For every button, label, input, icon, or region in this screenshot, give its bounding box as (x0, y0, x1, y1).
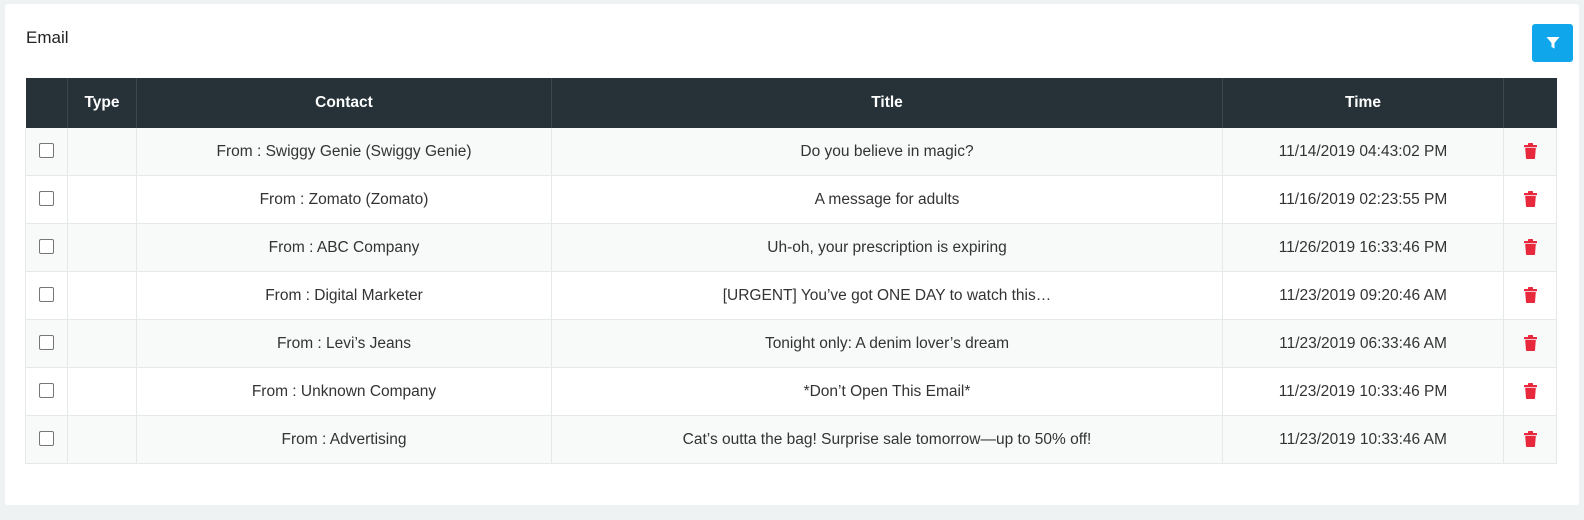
title-cell: Cat’s outta the bag! Surprise sale tomor… (551, 415, 1223, 464)
trash-icon[interactable] (1523, 191, 1537, 208)
type-cell (67, 367, 137, 416)
row-select-cell (25, 271, 68, 320)
column-header-contact[interactable]: Contact (136, 78, 552, 128)
title-cell: Uh-oh, your prescription is expiring (551, 223, 1223, 272)
row-checkbox[interactable] (39, 383, 54, 399)
time-cell: 11/23/2019 10:33:46 PM (1222, 367, 1504, 416)
row-checkbox[interactable] (39, 143, 54, 159)
action-cell (1503, 415, 1557, 464)
title-cell: Do you believe in magic? (551, 128, 1223, 176)
time-cell: 11/16/2019 02:23:55 PM (1222, 175, 1504, 224)
row-select-cell (25, 415, 68, 464)
trash-icon[interactable] (1523, 431, 1537, 448)
trash-icon[interactable] (1523, 239, 1537, 256)
action-cell (1503, 128, 1557, 176)
title-cell: Tonight only: A denim lover’s dream (551, 319, 1223, 368)
column-header-title[interactable]: Title (551, 78, 1223, 128)
table-header-row: Type Contact Title Time (25, 78, 1557, 128)
row-select-cell (25, 128, 68, 176)
table-row[interactable]: From : Zomato (Zomato) A message for adul… (25, 175, 1557, 224)
email-table: Type Contact Title Time From : Swiggy Ge… (25, 78, 1557, 464)
type-cell (67, 271, 137, 320)
column-header-action (1503, 78, 1557, 128)
title-cell: *Don’t Open This Email* (551, 367, 1223, 416)
contact-cell: From : Unknown Company (136, 367, 552, 416)
contact-cell: From : Zomato (Zomato) (136, 175, 552, 224)
contact-cell: From : Digital Marketer (136, 271, 552, 320)
trash-icon[interactable] (1523, 143, 1537, 160)
action-cell (1503, 175, 1557, 224)
row-checkbox[interactable] (39, 239, 54, 255)
table-row[interactable]: From : Advertising Cat’s outta the bag! S… (25, 415, 1557, 464)
time-cell: 11/26/2019 16:33:46 PM (1222, 223, 1504, 272)
action-cell (1503, 319, 1557, 368)
type-cell (67, 415, 137, 464)
action-cell (1503, 223, 1557, 272)
contact-cell: From : Swiggy Genie (Swiggy Genie) (136, 128, 552, 176)
contact-cell: From : Levi’s Jeans (136, 319, 552, 368)
type-cell (67, 319, 137, 368)
card-title: Email (26, 28, 69, 47)
filter-icon (1546, 37, 1559, 49)
row-checkbox[interactable] (39, 287, 54, 303)
filter-button[interactable] (1532, 24, 1573, 62)
type-cell (67, 223, 137, 272)
row-checkbox[interactable] (39, 335, 54, 351)
time-cell: 11/23/2019 06:33:46 AM (1222, 319, 1504, 368)
table-row[interactable]: From : Levi’s Jeans Tonight only: A denim… (25, 319, 1557, 368)
type-cell (67, 175, 137, 224)
action-cell (1503, 271, 1557, 320)
table-row[interactable]: From : Digital Marketer [URGENT] You’ve g… (25, 271, 1557, 320)
trash-icon[interactable] (1523, 335, 1537, 352)
row-select-cell (25, 175, 68, 224)
table-row[interactable]: From : ABC Company Uh-oh, your prescripti… (25, 223, 1557, 272)
row-checkbox[interactable] (39, 191, 54, 207)
title-cell: [URGENT] You’ve got ONE DAY to watch thi… (551, 271, 1223, 320)
time-cell: 11/14/2019 04:43:02 PM (1222, 128, 1504, 176)
contact-cell: From : ABC Company (136, 223, 552, 272)
email-card: Email Type Contact Title Time From : Swi… (5, 4, 1579, 505)
table-row[interactable]: From : Swiggy Genie (Swiggy Genie) Do you… (25, 128, 1557, 176)
row-select-cell (25, 367, 68, 416)
row-checkbox[interactable] (39, 431, 54, 447)
column-header-type[interactable]: Type (67, 78, 137, 128)
title-cell: A message for adults (551, 175, 1223, 224)
row-select-cell (25, 223, 68, 272)
trash-icon[interactable] (1523, 383, 1537, 400)
column-header-time[interactable]: Time (1222, 78, 1504, 128)
row-select-cell (25, 319, 68, 368)
contact-cell: From : Advertising (136, 415, 552, 464)
time-cell: 11/23/2019 10:33:46 AM (1222, 415, 1504, 464)
type-cell (67, 128, 137, 176)
time-cell: 11/23/2019 09:20:46 AM (1222, 271, 1504, 320)
action-cell (1503, 367, 1557, 416)
table-row[interactable]: From : Unknown Company *Don’t Open This E… (25, 367, 1557, 416)
trash-icon[interactable] (1523, 287, 1537, 304)
column-header-select (25, 78, 68, 128)
